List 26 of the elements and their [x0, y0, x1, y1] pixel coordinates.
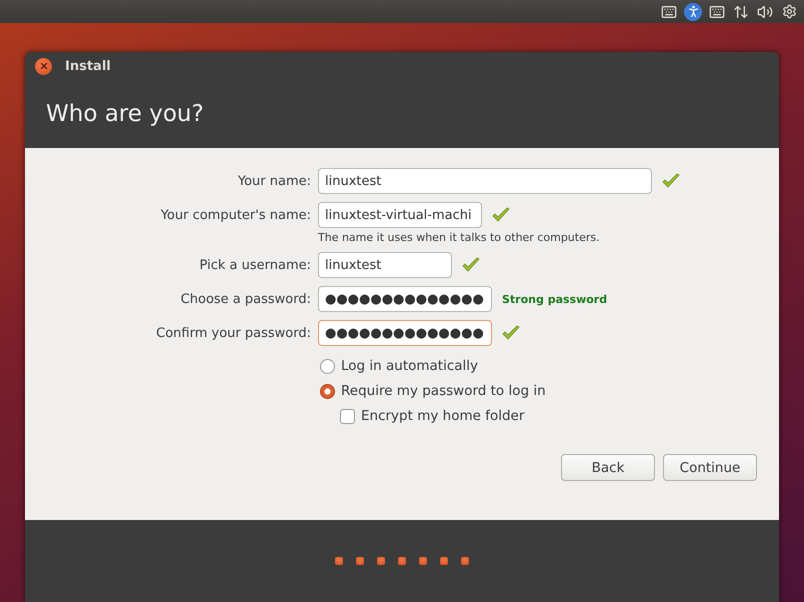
window-title: Install — [65, 58, 111, 74]
page-heading: Who are you? — [45, 100, 205, 129]
close-button[interactable] — [35, 58, 52, 74]
radio-button[interactable] — [320, 358, 335, 374]
field-label: Choose a password: — [180, 292, 311, 306]
field-label: Pick a username: — [198, 258, 311, 272]
password-strength: Strong password — [502, 292, 608, 306]
text-field[interactable]: linuxtest — [318, 168, 652, 194]
text-field[interactable]: ●●●●●●●●●●●●●● — [318, 286, 492, 312]
continue-button[interactable]: Continue — [663, 454, 757, 481]
field-label: Your name: — [236, 174, 311, 188]
accessibility-icon[interactable] — [684, 2, 702, 20]
option-label: Log in automatically — [341, 358, 478, 374]
text-field[interactable]: ●●●●●●●●●●●●●● — [318, 320, 492, 346]
field-label: Your computer's name: — [160, 208, 311, 222]
settings-icon[interactable] — [780, 2, 798, 20]
radio-button[interactable] — [320, 384, 335, 398]
field-label: Confirm your password: — [155, 326, 311, 340]
option-label: Encrypt my home folder — [361, 408, 524, 424]
text-field[interactable]: linuxtest — [318, 252, 452, 278]
text-field[interactable]: linuxtest-virtual-machi — [318, 202, 482, 228]
close-icon — [38, 61, 48, 71]
option-label: Require my password to log in — [341, 383, 546, 399]
field-hint: The name it uses when it talks to other computers. — [318, 231, 601, 244]
checkbox[interactable] — [340, 408, 355, 424]
back-button[interactable]: Back — [561, 454, 655, 481]
